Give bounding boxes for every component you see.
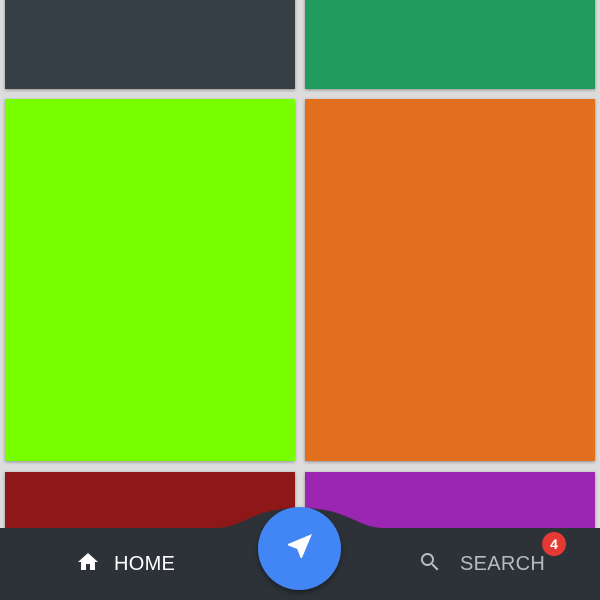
nav-item-search[interactable]: SEARCH [418, 544, 545, 584]
tile[interactable] [305, 0, 595, 89]
nav-item-home[interactable]: HOME [76, 544, 175, 584]
nav-search-label: SEARCH [460, 552, 546, 575]
tile[interactable] [5, 0, 295, 89]
nav-home-label: HOME [114, 552, 176, 575]
notification-badge: 4 [542, 532, 566, 556]
navigation-arrow-icon [284, 530, 316, 567]
search-icon [418, 550, 442, 579]
tile[interactable] [305, 99, 595, 461]
home-icon [76, 550, 100, 579]
navigation-fab-button[interactable] [258, 507, 341, 590]
tile[interactable] [5, 99, 295, 461]
